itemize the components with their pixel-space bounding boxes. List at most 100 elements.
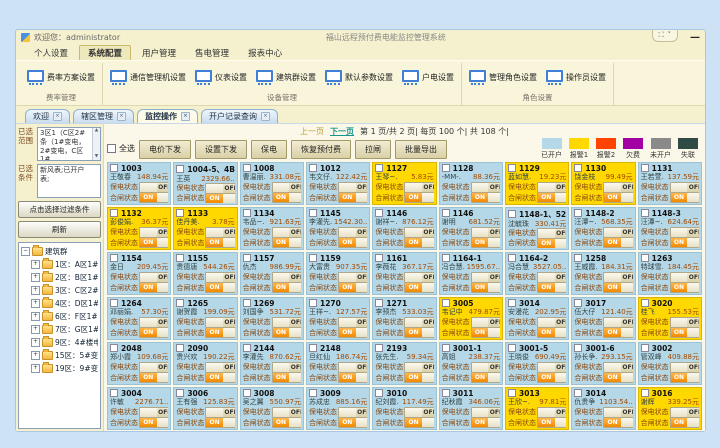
card-checkbox[interactable] <box>243 299 251 307</box>
gate-status-toggle[interactable]: ON <box>139 193 168 203</box>
meter-card[interactable]: 1164-1冯合慧.1595.67..保电状态OFF合闸状态ON <box>439 252 503 295</box>
keep-status-toggle[interactable]: OFF <box>338 407 367 417</box>
meter-card[interactable]: 1003王敬春148.94元保电状态OFF合闸状态ON <box>107 162 171 205</box>
gate-status-toggle[interactable]: ON <box>272 238 301 248</box>
meter-card[interactable]: 2193张先生.59.34元保电状态OFF合闸状态ON <box>372 342 436 385</box>
meter-card[interactable]: 1164-2冯合慧3527.05..保电状态OFF合闸状态ON <box>505 252 569 295</box>
card-checkbox[interactable] <box>309 299 317 307</box>
card-checkbox[interactable] <box>574 254 582 262</box>
close-icon[interactable]: × <box>181 112 190 121</box>
action-button[interactable]: 保电 <box>251 140 287 159</box>
card-checkbox[interactable] <box>176 254 184 262</box>
keep-status-toggle[interactable]: OFF <box>139 362 168 372</box>
keep-status-toggle[interactable]: OFF <box>338 317 367 327</box>
meter-card[interactable]: 3020桂飞155.53元保电状态OFF合闸状态ON <box>638 297 702 340</box>
card-checkbox[interactable] <box>110 344 118 352</box>
keep-status-toggle[interactable]: OFF <box>603 182 632 192</box>
meter-card[interactable]: 3005韦记中479.87元保电状态OFF合闸状态ON <box>439 297 503 340</box>
action-button[interactable]: 批量导出 <box>395 140 447 159</box>
keep-status-toggle[interactable]: OFF <box>139 407 168 417</box>
gate-status-toggle[interactable]: ON <box>404 238 433 248</box>
selected-range-box[interactable]: 3区1（C区2#条（1#变电，2#变电，C区1#… ▲▼ <box>37 127 101 161</box>
card-checkbox[interactable] <box>110 209 118 217</box>
keep-status-toggle[interactable]: OFF <box>272 272 301 282</box>
keep-status-toggle[interactable]: OFF <box>139 272 168 282</box>
ribbon-button[interactable]: 通信管理机设置 <box>107 68 189 87</box>
gate-status-toggle[interactable]: ON <box>338 328 367 338</box>
gate-status-toggle[interactable]: ON <box>603 418 632 428</box>
gate-status-toggle[interactable]: ON <box>537 418 566 428</box>
meter-card[interactable]: 1265谢贺霞199.09元保电状态OFF合闸状态ON <box>173 297 237 340</box>
keep-status-toggle[interactable]: OFF <box>537 272 566 282</box>
card-checkbox[interactable] <box>309 344 317 352</box>
meter-card[interactable]: 1004-5、4B—王英2329.66..保电状态OFF合闸状态ON <box>173 162 237 205</box>
card-checkbox[interactable] <box>508 164 516 172</box>
card-checkbox[interactable] <box>309 209 317 217</box>
tree-item[interactable]: +3区：C区2#井（1#变… <box>21 284 98 297</box>
card-checkbox[interactable] <box>641 344 649 352</box>
keep-status-toggle[interactable]: OFF <box>338 272 367 282</box>
card-checkbox[interactable] <box>176 165 184 173</box>
gate-status-toggle[interactable]: ON <box>272 283 301 293</box>
meter-card[interactable]: 3002管双峰409.88元保电状态OFF合闸状态ON <box>638 342 702 385</box>
card-checkbox[interactable] <box>110 389 118 397</box>
keep-status-toggle[interactable]: OFF <box>404 407 433 417</box>
card-checkbox[interactable] <box>574 164 582 172</box>
meter-card[interactable]: 1157仇杰986.99元保电状态OFF合闸状态ON <box>240 252 304 295</box>
expand-icon[interactable]: + <box>31 312 40 321</box>
gate-status-toggle[interactable]: ON <box>537 373 566 383</box>
gate-status-toggle[interactable]: ON <box>205 193 234 203</box>
card-checkbox[interactable] <box>574 344 582 352</box>
gate-status-toggle[interactable]: ON <box>404 373 433 383</box>
meter-card[interactable]: 2090贵兴欢190.22元保电状态OFF合闸状态ON <box>173 342 237 385</box>
gate-status-toggle[interactable]: ON <box>471 373 500 383</box>
card-checkbox[interactable] <box>110 164 118 172</box>
gate-status-toggle[interactable]: ON <box>670 373 699 383</box>
keep-status-toggle[interactable]: OFF <box>670 362 699 372</box>
meter-card[interactable]: 3017伍大仔121.40元保电状态OFF合闸状态ON <box>571 297 635 340</box>
card-checkbox[interactable] <box>508 389 516 397</box>
keep-status-toggle[interactable]: OFF <box>338 362 367 372</box>
keep-status-toggle[interactable]: OFF <box>471 317 500 327</box>
meter-card[interactable]: 1161李薇花367.17元保电状态OFF合闸状态ON <box>372 252 436 295</box>
card-checkbox[interactable] <box>375 254 383 262</box>
card-checkbox[interactable] <box>243 254 251 262</box>
ribbon-button[interactable]: 默认参数设置 <box>322 68 396 87</box>
meter-card[interactable]: 1130饶金枝99.49元保电状态OFF合闸状态ON <box>571 162 635 205</box>
gate-status-toggle[interactable]: ON <box>205 328 234 338</box>
ribbon-button[interactable]: 管理角色设置 <box>466 68 540 87</box>
keep-status-toggle[interactable]: OFF <box>603 317 632 327</box>
card-checkbox[interactable] <box>574 389 582 397</box>
keep-status-toggle[interactable]: OFF <box>404 317 433 327</box>
refresh-button[interactable]: 刷新 <box>18 221 101 238</box>
meter-card[interactable]: 3014仇贵争1103.54..保电状态OFF合闸状态ON <box>571 387 635 430</box>
chevron-down-icon[interactable]: ˅ <box>668 31 672 39</box>
gate-status-toggle[interactable]: ON <box>272 193 301 203</box>
card-checkbox[interactable] <box>375 389 383 397</box>
keep-status-toggle[interactable]: OFF <box>603 227 632 237</box>
tree-root[interactable]: −建筑群 <box>21 245 98 258</box>
keep-status-toggle[interactable]: OFF <box>404 362 433 372</box>
gate-status-toggle[interactable]: ON <box>471 238 500 248</box>
card-checkbox[interactable] <box>110 254 118 262</box>
keep-status-toggle[interactable]: OFF <box>670 182 699 192</box>
meter-card[interactable]: 3010纪刘霞.117.49元保电状态OFF合闸状态ON <box>372 387 436 430</box>
gate-status-toggle[interactable]: ON <box>404 328 433 338</box>
tree-item[interactable]: +6区：F区1#井（1#… <box>21 310 98 323</box>
card-checkbox[interactable] <box>641 209 649 217</box>
keep-status-toggle[interactable]: OFF <box>603 362 632 372</box>
keep-status-toggle[interactable]: OFF <box>404 272 433 282</box>
card-checkbox[interactable] <box>176 389 184 397</box>
card-checkbox[interactable] <box>375 344 383 352</box>
card-checkbox[interactable] <box>442 164 450 172</box>
meter-card[interactable]: 1270王祥~.127.57元保电状态OFF合闸状态ON <box>306 297 370 340</box>
meter-card[interactable]: 1008曹温丽.331.08元保电状态OFF合闸状态ON <box>240 162 304 205</box>
menu-item[interactable]: 个人设置 <box>26 46 76 60</box>
gate-status-toggle[interactable]: ON <box>139 283 168 293</box>
tab[interactable]: 监控操作× <box>137 109 198 123</box>
gate-status-toggle[interactable]: ON <box>272 328 301 338</box>
action-button[interactable]: 拉闸 <box>355 140 391 159</box>
filter-select-button[interactable]: 点击选择过滤条件 <box>18 201 101 218</box>
select-all-checkbox[interactable] <box>107 144 116 153</box>
card-checkbox[interactable] <box>574 209 582 217</box>
